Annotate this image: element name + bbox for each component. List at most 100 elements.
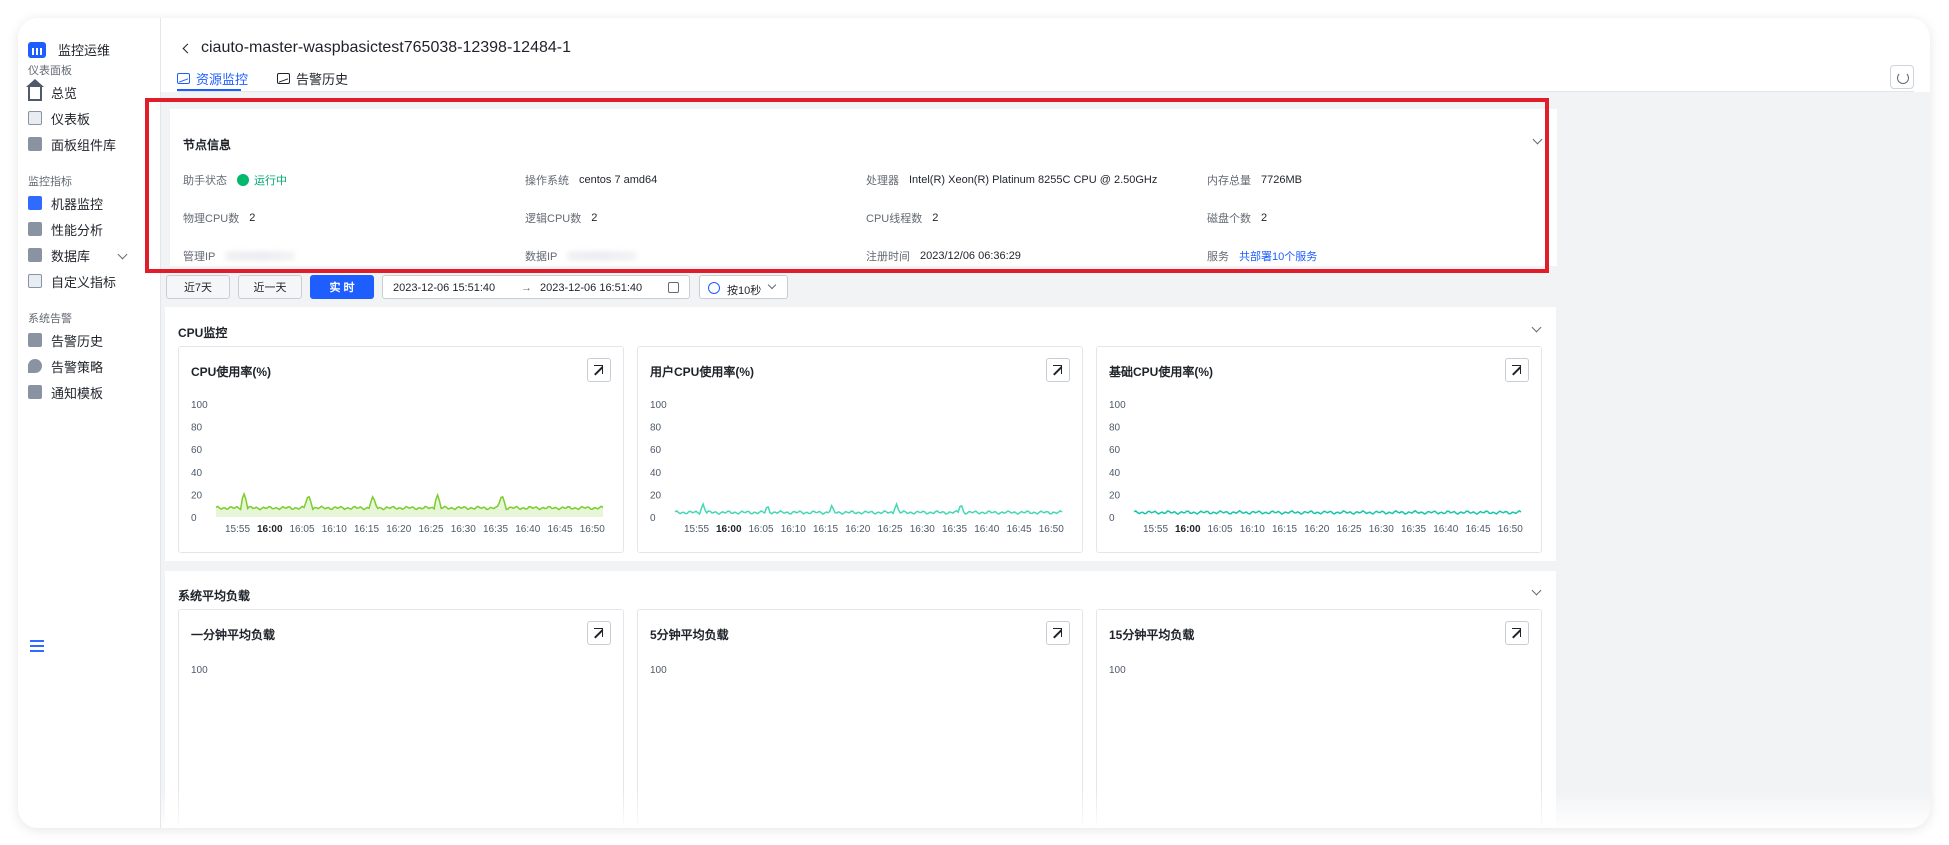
load-section: 系统平均负载 一分钟平均负载 100 5分钟平均负载 100 15分钟平均负载 …	[165, 571, 1556, 828]
tab-alert-history[interactable]: 告警历史	[277, 69, 348, 87]
page-header: ciauto-master-waspbasictest765038-12398-…	[161, 18, 1930, 92]
tab-resource-monitor[interactable]: 资源监控	[177, 69, 248, 87]
group-title-dashboard: 仪表面板	[28, 65, 72, 77]
page-title: ciauto-master-waspbasictest765038-12398-…	[201, 39, 571, 56]
x-tick-label: 16:30	[1369, 524, 1394, 535]
expand-button[interactable]	[587, 621, 611, 645]
x-tick-label: 16:20	[386, 524, 411, 535]
realtime-button[interactable]: 实 时	[310, 275, 374, 299]
sidebar-item-dashboard[interactable]: 仪表板	[28, 108, 90, 128]
collapse-menu-icon[interactable]	[30, 640, 44, 652]
back-arrow-icon[interactable]	[182, 43, 193, 54]
y-tick-label: 0	[1109, 513, 1115, 524]
field-value: 2	[1261, 212, 1268, 224]
sidebar-item-custom-metrics[interactable]: 自定义指标	[28, 271, 116, 291]
logic-cpu-field: 逻辑CPU数 2	[525, 210, 597, 226]
interval-select[interactable]: 按10秒	[699, 275, 788, 299]
sidebar-item-machine-monitor[interactable]: 机器监控	[28, 193, 103, 213]
section-title: CPU监控	[178, 326, 228, 340]
divider	[177, 91, 1914, 92]
chevron-down-icon	[767, 280, 777, 290]
sidebar-item-alert-policy[interactable]: 告警策略	[28, 356, 103, 376]
brand[interactable]: 监控运维	[28, 40, 110, 59]
chevron-down-icon[interactable]	[117, 249, 128, 260]
sidebar-item-performance[interactable]: 性能分析	[28, 219, 103, 239]
expand-button[interactable]	[1505, 621, 1529, 645]
redacted-value	[225, 251, 296, 261]
data-ip-field: 数据IP	[525, 248, 638, 264]
x-tick-label: 16:35	[483, 524, 508, 535]
field-value: 2023/12/06 06:36:29	[920, 250, 1021, 262]
x-tick-label: 16:05	[1207, 524, 1232, 535]
x-tick-label: 16:30	[910, 524, 935, 535]
y-tick-label: 60	[191, 445, 203, 456]
tab-label: 告警历史	[296, 71, 349, 87]
series-line	[1133, 509, 1522, 516]
x-tick-label: 16:00	[1175, 524, 1201, 535]
user-cpu-chart: 100 80 60 40 20 0 15:55 16:00 16:05 16:10 16:15 16:…	[650, 400, 1064, 535]
main-content: ciauto-master-waspbasictest765038-12398-…	[161, 18, 1930, 828]
x-tick-label: 16:40	[515, 524, 540, 535]
interval-value: 按10秒	[727, 285, 762, 297]
custom-metrics-icon	[28, 274, 42, 288]
range-end: 2023-12-06 16:51:40	[540, 282, 643, 294]
refresh-button[interactable]	[1890, 65, 1914, 89]
chart-title: 15分钟平均负载	[1109, 628, 1195, 642]
sidebar-item-label: 性能分析	[51, 222, 104, 238]
x-tick-label: 16:10	[1240, 524, 1265, 535]
last-7-days-button[interactable]: 近7天	[166, 275, 230, 299]
x-tick-label: 16:25	[418, 524, 443, 535]
date-range-picker[interactable]: 2023-12-06 15:51:40 → 2023-12-06 16:51:4…	[382, 275, 690, 299]
sidebar-item-label: 告警策略	[51, 359, 104, 375]
chart-panel-user-cpu: 用户CPU使用率(%) 100 80 60 40 20 0 15:55 16:00 16:05 1…	[637, 346, 1083, 553]
expand-button[interactable]	[1046, 621, 1070, 645]
y-tick-label: 100	[1109, 665, 1126, 676]
last-1-day-button[interactable]: 近一天	[238, 275, 302, 299]
sidebar-item-alert-history[interactable]: 告警历史	[28, 330, 103, 350]
sidebar-item-label: 自定义指标	[51, 274, 117, 290]
chevron-down-icon[interactable]	[1531, 585, 1542, 596]
sidebar-item-notify-template[interactable]: 通知模板	[28, 382, 103, 402]
field-label: 处理器	[866, 175, 899, 187]
x-tick-label: 16:45	[1465, 524, 1490, 535]
field-value: centos 7 amd64	[579, 174, 658, 186]
sidebar-item-widget-library[interactable]: 面板组件库	[28, 134, 116, 154]
sidebar-item-label: 通知模板	[51, 385, 104, 401]
y-tick-label: 80	[191, 423, 203, 434]
sidebar-item-label: 机器监控	[51, 196, 104, 212]
x-tick-label: 16:35	[942, 524, 967, 535]
sidebar-item-label: 数据库	[51, 248, 91, 264]
memory-field: 内存总量 7726MB	[1207, 172, 1302, 188]
y-tick-label: 100	[191, 665, 208, 676]
node-info-title: 节点信息	[183, 138, 232, 152]
y-tick-label: 100	[650, 400, 667, 411]
chevron-down-icon[interactable]	[1531, 322, 1542, 333]
x-tick-label: 15:55	[1143, 524, 1168, 535]
field-label: 物理CPU数	[183, 213, 240, 225]
agent-status: 助手状态 运行中	[183, 172, 287, 188]
y-tick-label: 100	[191, 400, 208, 411]
field-label: 注册时间	[866, 251, 910, 263]
dashboard-icon	[28, 111, 42, 125]
reg-time-field: 注册时间 2023/12/06 06:36:29	[866, 248, 1021, 264]
calendar-icon	[668, 282, 679, 293]
x-tick-label: 16:30	[451, 524, 476, 535]
sidebar-item-overview[interactable]: 总览	[26, 79, 77, 102]
x-tick-label: 16:45	[1006, 524, 1031, 535]
cpu-field: 处理器 Intel(R) Xeon(R) Platinum 8255C CPU …	[866, 172, 1157, 188]
x-tick-label: 16:40	[974, 524, 999, 535]
sidebar-item-label: 面板组件库	[51, 137, 117, 153]
chevron-down-icon[interactable]	[1532, 134, 1543, 145]
redacted-value	[567, 251, 638, 261]
y-tick-label: 80	[650, 423, 662, 434]
status-badge: 运行中	[237, 172, 287, 188]
tab-label: 资源监控	[196, 71, 249, 87]
node-info-card: 节点信息 助手状态 运行中 操作系统 centos 7 amd64 处理器 In…	[170, 109, 1557, 266]
y-tick-label: 0	[191, 513, 197, 524]
service-link[interactable]: 共部署10个服务	[1239, 248, 1317, 264]
y-tick-label: 60	[1109, 445, 1121, 456]
sidebar-item-database[interactable]: 数据库	[28, 245, 128, 265]
field-label: CPU线程数	[866, 213, 923, 225]
monitor-logo-icon	[28, 41, 46, 58]
chart-icon	[277, 72, 290, 84]
